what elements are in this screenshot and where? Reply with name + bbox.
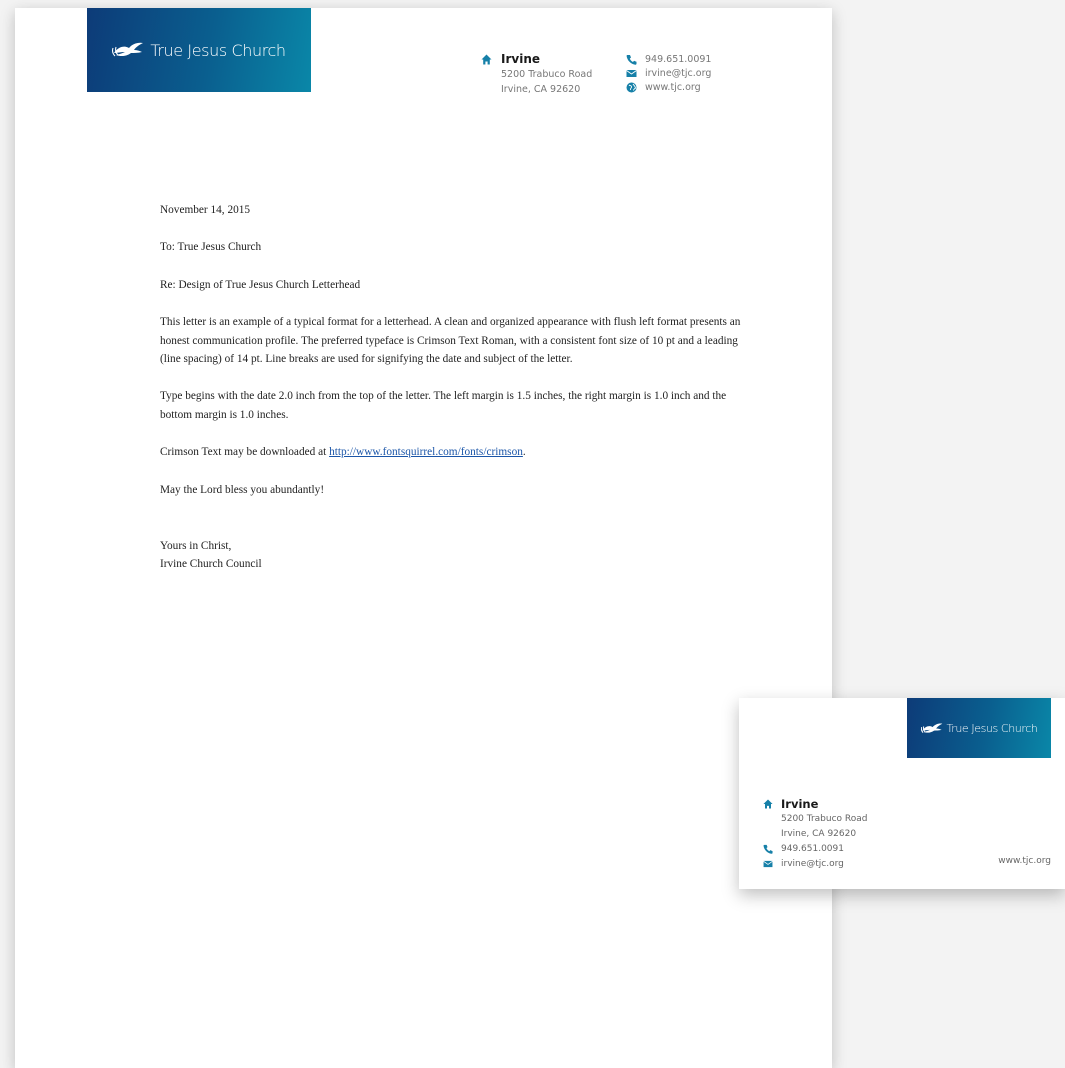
letter-subject: Re: Design of True Jesus Church Letterhe… — [160, 278, 361, 291]
address-line1: 5200 Trabuco Road — [781, 814, 868, 824]
address-line1: 5200 Trabuco Road — [501, 69, 593, 80]
letterhead-page: True Jesus Church Irvine 5200 Trabuco Ro… — [15, 8, 832, 1068]
paragraph-text: Crimson Text may be downloaded at — [160, 446, 330, 459]
phone-icon — [626, 54, 637, 65]
contact-details: 949.651.0091 irvine@tjc.org www.tjc.org — [626, 53, 711, 95]
website-url[interactable]: www.tjc.org — [645, 82, 701, 93]
business-card: True Jesus Church Irvine 5200 Trabuco Ro… — [739, 698, 1065, 889]
letter-paragraph: This letter is an example of a typical f… — [160, 316, 741, 366]
letter-closing: Yours in Christ, Irvine Church Council — [160, 537, 750, 574]
letter-recipient: To: True Jesus Church — [160, 241, 262, 254]
location-name: Irvine — [781, 797, 819, 811]
signature-line: Irvine Church Council — [160, 558, 262, 571]
card-contact: Irvine 5200 Trabuco Road Irvine, CA 9262… — [763, 797, 868, 872]
letter-body: November 14, 2015 To: True Jesus Church … — [160, 201, 750, 574]
home-icon — [763, 799, 774, 810]
closing-line: Yours in Christ, — [160, 540, 232, 553]
website-url[interactable]: www.tjc.org — [998, 856, 1051, 866]
address-block: Irvine 5200 Trabuco Road Irvine, CA 9262… — [481, 52, 592, 97]
logo-text: True Jesus Church — [946, 721, 1038, 735]
phone-icon — [763, 844, 774, 855]
dove-icon — [112, 42, 144, 57]
dove-icon — [920, 723, 942, 733]
font-download-link[interactable]: http://www.fontsquirrel.com/fonts/crimso… — [329, 446, 523, 458]
paragraph-text: . — [522, 446, 526, 459]
letter-paragraph: Crimson Text may be downloaded at http:/… — [160, 443, 750, 461]
email-address[interactable]: irvine@tjc.org — [645, 68, 711, 79]
logo-text: True Jesus Church — [150, 40, 286, 60]
mail-icon — [626, 69, 637, 80]
address-line2: Irvine, CA 92620 — [501, 84, 581, 95]
letter-date: November 14, 2015 — [160, 204, 251, 216]
location-name: Irvine — [501, 52, 540, 66]
email-address[interactable]: irvine@tjc.org — [781, 859, 844, 869]
globe-icon — [626, 82, 637, 93]
letterhead-logo: True Jesus Church — [87, 8, 311, 92]
phone-number: 949.651.0091 — [645, 54, 712, 65]
mail-icon — [763, 860, 774, 871]
home-icon — [481, 54, 492, 65]
address-line2: Irvine, CA 92620 — [781, 829, 857, 839]
letter-blessing: May the Lord bless you abundantly! — [160, 483, 325, 496]
letter-paragraph: Type begins with the date 2.0 inch from … — [160, 390, 727, 421]
card-logo: True Jesus Church — [907, 698, 1051, 758]
phone-number: 949.651.0091 — [781, 844, 844, 854]
